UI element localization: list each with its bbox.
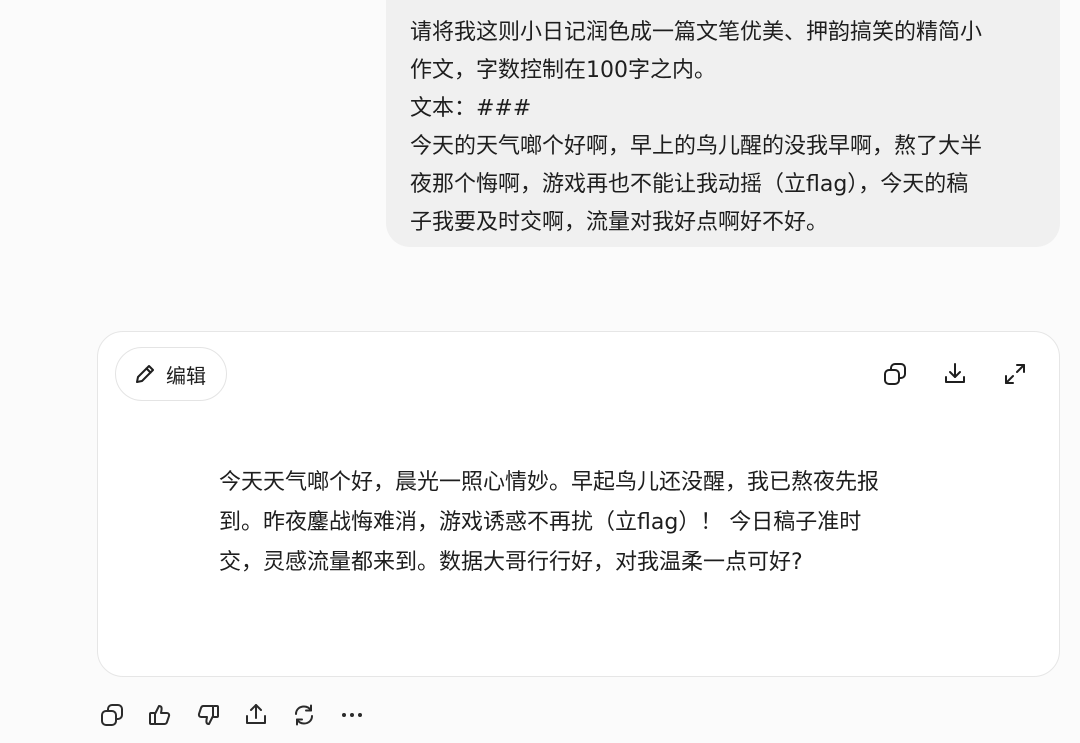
response-line: 到。昨夜鏖战悔难消，游戏诱惑不再扰（立flag）！ 今日稿子准时 [219,510,862,535]
response-line: 交，灵感流量都来到。数据大哥行行好，对我温柔一点可好? [219,550,803,575]
regenerate-icon[interactable] [290,701,318,729]
message-action-bar [98,701,366,729]
chat-page: 请将我这则小日记润色成一篇文笔优美、押韵搞笑的精简小 作文，字数控制在100字之… [0,0,1080,743]
more-icon[interactable] [338,701,366,729]
response-text: 今天天气啷个好，晨光一照心情妙。早起鸟儿还没醒，我已熬夜先报 到。昨夜鏖战悔难消… [219,463,979,583]
expand-icon[interactable] [1001,360,1029,388]
thumbs-up-icon[interactable] [146,701,174,729]
user-message-line: 子我要及时交啊，流量对我好点啊好不好。 [410,210,829,235]
pencil-icon [132,361,158,387]
card-toolbar [881,360,1029,388]
user-message-line: 夜那个悔啊，游戏再也不能让我动摇（立flag），今天的稿 [410,172,969,197]
user-message-bubble: 请将我这则小日记润色成一篇文笔优美、押韵搞笑的精简小 作文，字数控制在100字之… [386,0,1060,247]
response-card: 编辑 今天天气啷个好，晨光一照心情妙。早起鸟儿还没醒，我已熬夜先报 到。昨夜鏖战… [97,331,1060,677]
user-message-line: 今天的天气啷个好啊，早上的鸟儿醒的没我早啊，熬了大半 [410,134,983,159]
edit-button-label: 编辑 [166,363,206,388]
thumbs-down-icon[interactable] [194,701,222,729]
user-message-line: 请将我这则小日记润色成一篇文笔优美、押韵搞笑的精简小 [410,20,983,45]
edit-button[interactable]: 编辑 [115,347,227,401]
copy-icon[interactable] [881,360,909,388]
response-line: 今天天气啷个好，晨光一照心情妙。早起鸟儿还没醒，我已熬夜先报 [219,470,880,495]
download-icon[interactable] [941,360,969,388]
user-message-line: 文本：### [410,96,532,121]
share-icon[interactable] [242,701,270,729]
copy-icon[interactable] [98,701,126,729]
user-message-line: 作文，字数控制在100字之内。 [410,58,716,83]
